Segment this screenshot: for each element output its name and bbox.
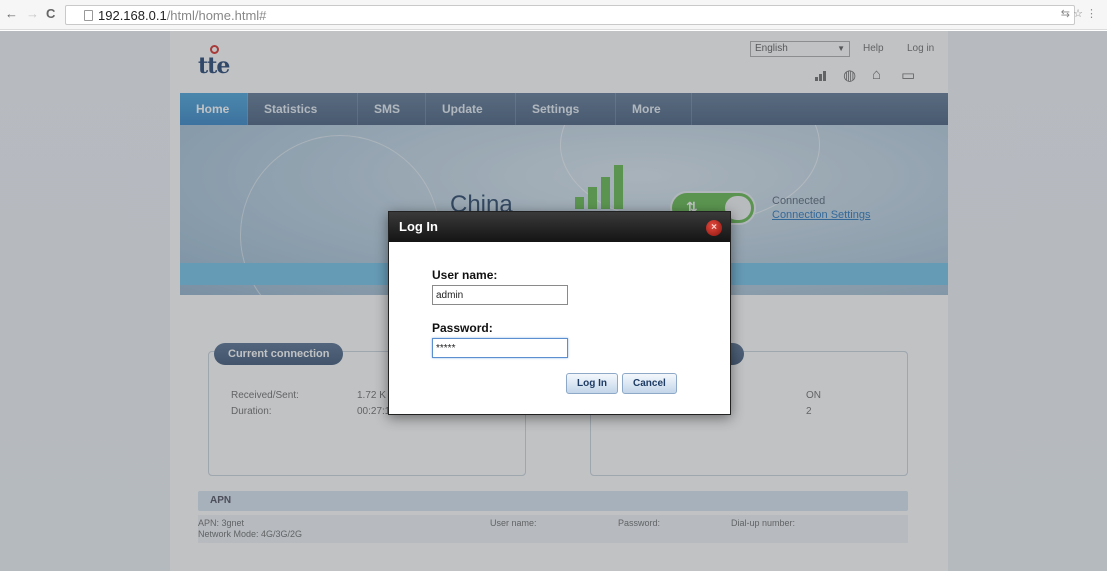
password-input[interactable]	[432, 338, 568, 358]
forward-icon[interactable]: →	[26, 7, 39, 21]
url-text: 192.168.0.1/html/home.html#	[98, 8, 266, 23]
login-button[interactable]: Log In	[566, 373, 618, 394]
username-label: User name:	[432, 268, 498, 282]
dialog-title: Log In	[399, 219, 438, 234]
reload-icon[interactable]: C	[46, 7, 55, 21]
url-host: 192.168.0.1	[98, 8, 167, 23]
username-input[interactable]	[432, 285, 568, 305]
dialog-header: Log In ×	[389, 212, 730, 242]
close-icon[interactable]: ×	[706, 220, 722, 236]
browser-menu-icons[interactable]: ⇆ ☆ ⋮	[1061, 7, 1097, 20]
cancel-button[interactable]: Cancel	[622, 373, 677, 394]
url-path: /html/home.html#	[166, 8, 267, 23]
browser-toolbar: ← → C 192.168.0.1/html/home.html# ⇆ ☆ ⋮	[0, 0, 1107, 30]
page-icon	[84, 10, 93, 21]
password-label: Password:	[432, 321, 493, 335]
back-icon[interactable]: ←	[5, 7, 18, 21]
login-dialog: Log In × User name: Password: Log In Can…	[388, 211, 731, 415]
address-bar[interactable]: 192.168.0.1/html/home.html#	[65, 5, 1075, 25]
